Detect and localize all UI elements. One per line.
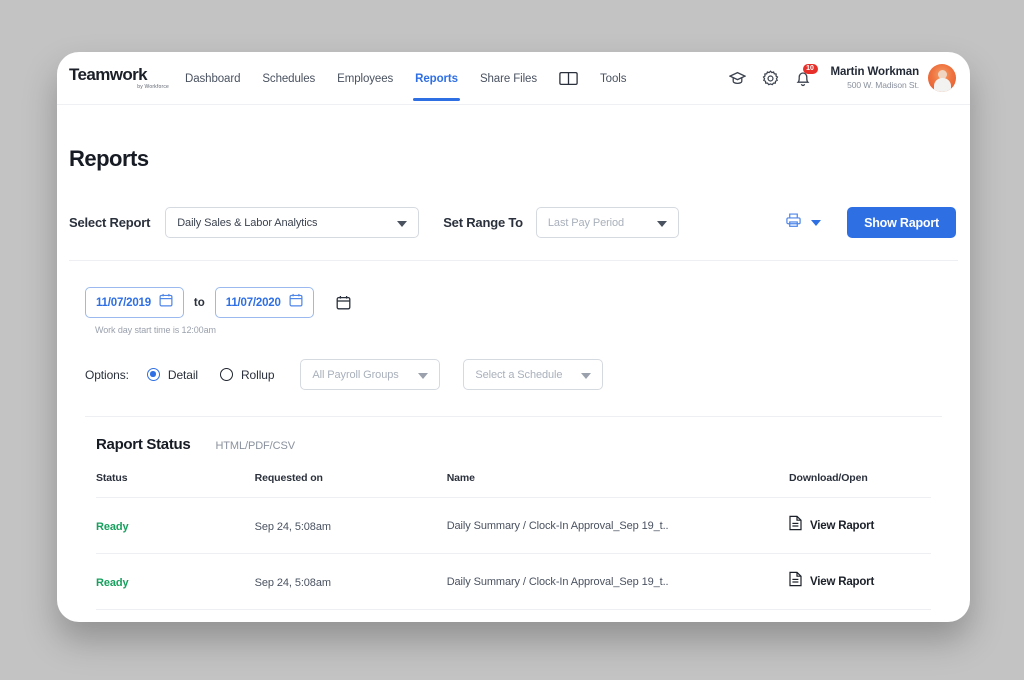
options-label: Options: <box>85 368 129 382</box>
radio-option-rollup[interactable]: Rollup <box>220 368 274 382</box>
view-report-label: View Raport <box>810 520 874 532</box>
schedule-value: Select a Schedule <box>475 369 562 381</box>
nav-item-dashboard[interactable]: Dashboard <box>185 56 240 101</box>
select-report-dropdown[interactable]: Daily Sales & Labor Analytics <box>165 207 419 238</box>
payroll-group-value: All Payroll Groups <box>312 369 398 381</box>
print-options[interactable] <box>785 212 821 233</box>
app-logo[interactable]: Teamwork by Workforce <box>69 66 173 90</box>
logo-subtext: by Workforce <box>69 85 173 90</box>
column-header-requested-on: Requested on <box>255 472 447 498</box>
report-name-value: Daily Summary / Clock-In Approval_Sep 19… <box>447 576 789 588</box>
set-range-dropdown[interactable]: Last Pay Period <box>536 207 679 238</box>
select-report-label: Select Report <box>69 215 150 230</box>
report-controls-row: Select Report Daily Sales & Labor Analyt… <box>69 207 958 260</box>
report-name-value: Daily Summary / Clock-In Approval_Sep 19… <box>447 520 789 532</box>
logo-text: Teamwork <box>69 66 173 83</box>
open-calendar-picker-icon[interactable] <box>336 295 351 310</box>
options-row: Options: Detail Rollup All Payroll Group… <box>69 335 958 390</box>
top-navigation-bar: Teamwork by Workforce Dashboard Schedule… <box>57 52 970 105</box>
cell-requested-on: Sep 24, 5:08am <box>255 498 447 554</box>
cell-status: Ready <box>96 498 255 554</box>
calendar-icon[interactable] <box>289 293 303 312</box>
calendar-icon[interactable] <box>159 293 173 312</box>
view-report-link[interactable]: View Raport <box>789 571 931 592</box>
avatar[interactable] <box>928 64 956 92</box>
schedule-dropdown[interactable]: Select a Schedule <box>463 359 603 390</box>
nav-item-share-files[interactable]: Share Files <box>480 56 537 101</box>
report-status-header: Raport Status HTML/PDF/CSV <box>69 417 958 453</box>
cell-name: Daily Summary / Clock-In Approval_Sep 19… <box>447 498 789 554</box>
date-to-field[interactable]: 11/07/2020 <box>215 287 314 318</box>
book-icon[interactable] <box>559 71 578 86</box>
table-header-row: Status Requested on Name Download/Open <box>96 472 931 498</box>
document-icon <box>789 515 802 536</box>
nav-item-reports[interactable]: Reports <box>415 56 458 101</box>
select-report-value: Daily Sales & Labor Analytics <box>177 217 317 229</box>
notifications-bell-icon[interactable]: 10 <box>795 70 811 87</box>
table-row[interactable]: Ready Sep 24, 5:08am Daily Summary / Clo… <box>96 554 931 610</box>
user-info: Martin Workman 500 W. Madison St. <box>831 65 919 91</box>
cell-name: Daily Summary / Clock-In Approval_Sep 19… <box>447 554 789 610</box>
set-range-label: Set Range To <box>443 215 523 230</box>
chevron-down-icon[interactable] <box>811 220 821 226</box>
cell-requested-on: Sep 24, 5:08am <box>255 554 447 610</box>
report-actions: Show Raport <box>785 207 958 238</box>
radio-detail-indicator[interactable] <box>147 368 160 381</box>
nav-right-group: 10 Martin Workman 500 W. Madison St. <box>729 64 970 92</box>
report-status-title: Raport Status <box>96 436 190 453</box>
radio-option-detail[interactable]: Detail <box>147 368 198 382</box>
cell-download-open: View Raport <box>789 498 931 554</box>
payroll-group-dropdown[interactable]: All Payroll Groups <box>300 359 440 390</box>
column-header-download-open: Download/Open <box>789 472 931 498</box>
chevron-down-icon <box>397 221 407 227</box>
page-title: Reports <box>69 146 958 172</box>
page-content: Reports Select Report Daily Sales & Labo… <box>57 146 970 610</box>
requested-on-value: Sep 24, 5:08am <box>255 521 331 533</box>
status-badge: Ready <box>96 521 129 533</box>
user-name: Martin Workman <box>831 65 919 80</box>
table-row[interactable]: Ready Sep 24, 5:08am Daily Summary / Clo… <box>96 498 931 554</box>
nav-item-schedules[interactable]: Schedules <box>262 56 315 101</box>
nav-item-employees[interactable]: Employees <box>337 56 393 101</box>
nav-links: Dashboard Schedules Employees Reports Sh… <box>185 56 626 101</box>
reports-table-head: Status Requested on Name Download/Open <box>96 472 931 498</box>
reports-table-body: Ready Sep 24, 5:08am Daily Summary / Clo… <box>96 498 931 610</box>
notification-count-badge: 10 <box>803 64 818 75</box>
set-range-value: Last Pay Period <box>548 217 624 229</box>
status-badge: Ready <box>96 577 129 589</box>
column-header-status: Status <box>96 472 255 498</box>
chevron-down-icon <box>581 373 591 379</box>
chevron-down-icon <box>657 221 667 227</box>
date-from-field[interactable]: 11/07/2019 <box>85 287 184 318</box>
view-report-label: View Raport <box>810 576 874 588</box>
chevron-down-icon <box>418 373 428 379</box>
cell-download-open: View Raport <box>789 554 931 610</box>
date-to-value: 11/07/2020 <box>226 297 281 309</box>
radio-detail-label: Detail <box>168 368 198 382</box>
document-icon <box>789 571 802 592</box>
gear-icon[interactable] <box>762 70 779 87</box>
radio-rollup-indicator[interactable] <box>220 368 233 381</box>
date-range-row: 11/07/2019 to 11/07/2020 <box>69 261 958 318</box>
date-from-value: 11/07/2019 <box>96 297 151 309</box>
user-menu[interactable]: Martin Workman 500 W. Madison St. <box>831 64 956 92</box>
graduation-cap-icon[interactable] <box>729 71 746 86</box>
date-range-separator: to <box>194 297 205 309</box>
view-report-link[interactable]: View Raport <box>789 515 931 536</box>
nav-item-tools[interactable]: Tools <box>600 56 626 101</box>
report-status-formats: HTML/PDF/CSV <box>215 440 294 452</box>
cell-status: Ready <box>96 554 255 610</box>
requested-on-value: Sep 24, 5:08am <box>255 577 331 589</box>
user-location: 500 W. Madison St. <box>831 80 919 91</box>
column-header-name: Name <box>447 472 789 498</box>
show-report-button[interactable]: Show Raport <box>847 207 956 238</box>
reports-table: Status Requested on Name Download/Open R… <box>96 472 931 610</box>
radio-rollup-label: Rollup <box>241 368 274 382</box>
work-day-hint: Work day start time is 12:00am <box>95 325 958 335</box>
app-window: Teamwork by Workforce Dashboard Schedule… <box>57 52 970 622</box>
printer-icon[interactable] <box>785 212 802 233</box>
